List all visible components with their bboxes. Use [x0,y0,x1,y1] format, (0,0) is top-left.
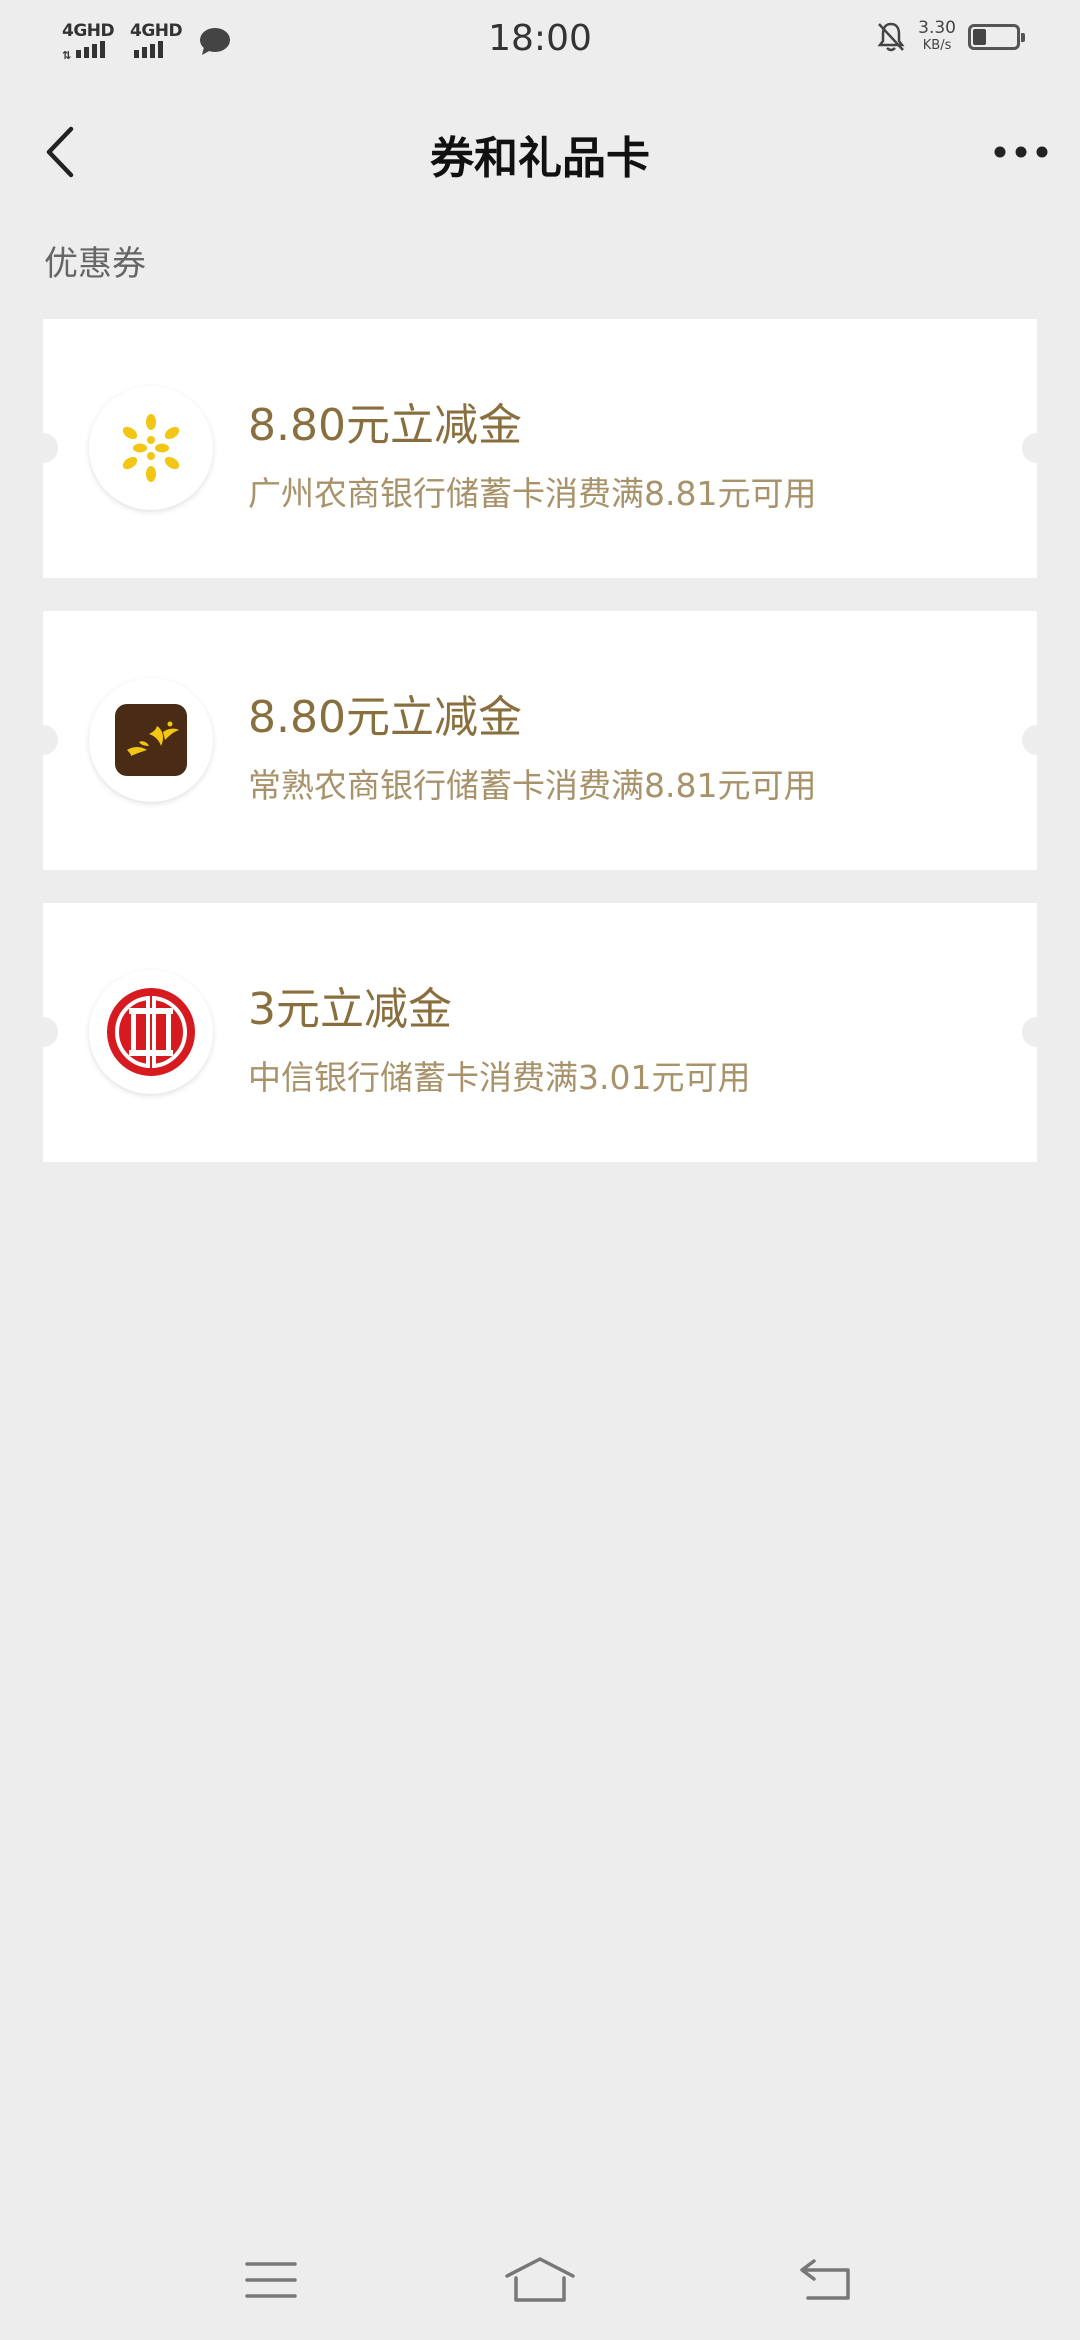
battery-icon [968,24,1025,50]
ticket-notch [28,725,58,755]
speed-value: 3.30 [918,18,956,38]
ticket-notch [1022,433,1052,463]
nav-bar: 券和礼品卡 [0,100,1080,200]
more-dots-icon [994,146,1048,158]
more-button[interactable] [986,122,1056,182]
coupon-card[interactable]: 3元立减金 中信银行储蓄卡消费满3.01元可用 [28,903,1052,1162]
ticket-notch [1022,1017,1052,1047]
menu-button[interactable] [231,2250,311,2310]
guangzhou-rural-bank-logo [122,414,180,482]
speed-unit: KB/s [922,38,952,53]
citic-bank-logo [107,988,195,1076]
status-bar: 4GHD ⇅ 4GHD 18:00 3.30 KB/s [0,0,1080,84]
menu-icon [245,2262,297,2298]
coupon-desc: 中信银行储蓄卡消费满3.01元可用 [248,1058,751,1097]
bank-logo [89,386,213,510]
return-button[interactable] [784,2250,864,2310]
return-icon [800,2259,850,2300]
coupon-desc: 常熟农商银行储蓄卡消费满8.81元可用 [248,766,817,805]
coupon-title: 3元立减金 [248,984,452,1035]
coupon-title: 8.80元立减金 [248,400,522,451]
bank-logo [89,678,213,802]
page-title: 券和礼品卡 [430,133,650,184]
bank-logo [89,970,213,1094]
ticket-notch [28,1017,58,1047]
system-nav-bar [0,2230,1080,2320]
home-icon [505,2257,575,2302]
section-label-coupons: 优惠券 [44,244,146,284]
coupon-title: 8.80元立减金 [248,692,522,743]
network-speed: 3.30 KB/s [918,20,956,54]
home-button[interactable] [500,2250,580,2310]
coupon-card[interactable]: 8.80元立减金 常熟农商银行储蓄卡消费满8.81元可用 [28,611,1052,870]
mute-bell-icon [877,22,905,52]
battery-fill [973,29,986,45]
status-right: 3.30 KB/s [876,20,1025,54]
coupon-card[interactable]: 8.80元立减金 广州农商银行储蓄卡消费满8.81元可用 [28,319,1052,578]
ticket-notch [28,433,58,463]
ticket-notch [1022,725,1052,755]
changshu-rural-bank-logo [115,704,187,776]
coupon-desc: 广州农商银行储蓄卡消费满8.81元可用 [248,474,817,513]
